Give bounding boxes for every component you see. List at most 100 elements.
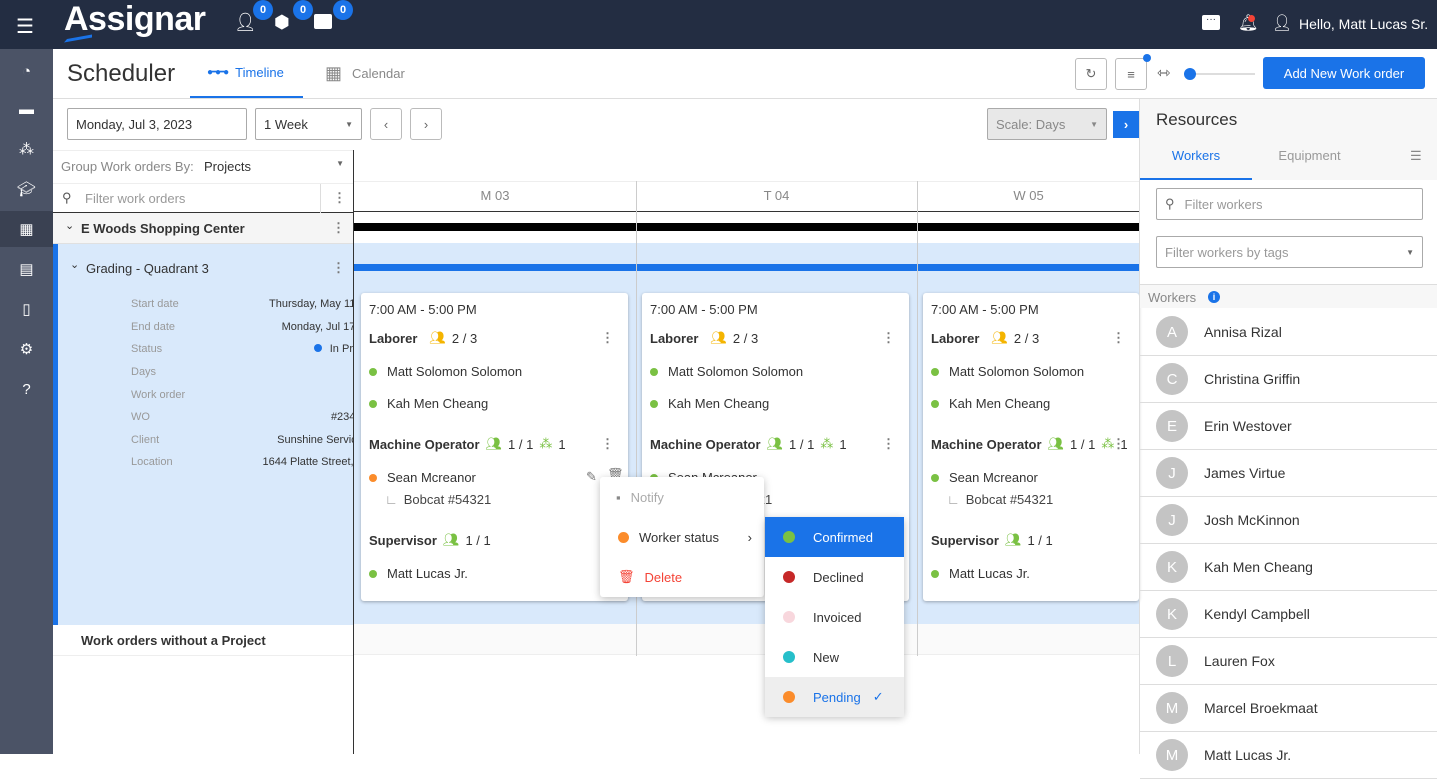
equipment-row[interactable]: ∟Bobcat #54321 <box>947 492 1053 507</box>
worker-list-item[interactable]: A Annisa Rizal <box>1140 309 1437 356</box>
equipment-row[interactable]: ∟Bobcat #54321 <box>385 492 491 507</box>
worker-list-item[interactable]: M Marcel Broekmaat <box>1140 685 1437 732</box>
worker-row[interactable]: Kah Men Cheang <box>369 396 488 411</box>
status-option-pending[interactable]: Pending ✓ <box>765 677 904 717</box>
worker-name: Lauren Fox <box>1204 653 1275 669</box>
worker-list-item[interactable]: K Kah Men Cheang <box>1140 544 1437 591</box>
worker-list-item[interactable]: M Matt Lucas Jr. <box>1140 732 1437 779</box>
role-name: Supervisor <box>931 532 999 548</box>
dashboard-icon[interactable]: ◔ <box>0 53 53 89</box>
check-icon: ✓ <box>872 689 884 704</box>
scheduler-icon[interactable]: ▦ <box>0 211 53 247</box>
worker-row[interactable]: Kah Men Cheang <box>931 396 1050 411</box>
menu-icon[interactable]: ☰ <box>16 14 34 39</box>
more-icon[interactable]: ⋮ <box>332 260 345 276</box>
worker-row[interactable]: Matt Lucas Jr. <box>369 566 468 581</box>
project-row[interactable]: ⌄ E Woods Shopping Center ⋮ <box>53 213 353 244</box>
tab-workers[interactable]: Workers <box>1140 142 1252 180</box>
briefcase-icon[interactable] <box>314 14 332 29</box>
tab-timeline[interactable]: ●━●━● Timeline <box>190 49 303 98</box>
tab-equipment[interactable]: Equipment <box>1252 142 1367 180</box>
worker-row[interactable]: Matt Solomon Solomon <box>931 364 1084 379</box>
status-dot <box>783 611 795 623</box>
more-icon[interactable]: ⋮ <box>882 330 895 346</box>
filter-button[interactable]: ≡ <box>1115 58 1147 90</box>
worker-row[interactable]: Matt Lucas Jr. <box>931 566 1030 581</box>
prev-button[interactable]: ‹ <box>370 108 402 140</box>
filter-work-orders-input[interactable]: Filter work orders <box>85 191 185 206</box>
worker-row[interactable]: Matt Solomon Solomon <box>650 364 803 379</box>
settings-icon[interactable]: ⚙ <box>0 331 53 367</box>
worker-row[interactable]: Matt Solomon Solomon <box>369 364 522 379</box>
worker-row[interactable]: Kah Men Cheang <box>650 396 769 411</box>
mobile-icon[interactable]: ▯ <box>0 291 53 327</box>
worker-list-item[interactable]: E Erin Westover <box>1140 403 1437 450</box>
worker-list-item[interactable]: J Josh McKinnon <box>1140 497 1437 544</box>
avatar: J <box>1156 457 1188 489</box>
menu-item-worker-status[interactable]: Worker status › <box>600 517 764 557</box>
filter-tags-select[interactable]: Filter workers by tags ▼ <box>1156 236 1423 268</box>
edit-icon[interactable]: ✎ <box>586 469 597 485</box>
more-icon[interactable]: ⋮ <box>601 330 614 346</box>
more-icon[interactable]: ⋮ <box>1112 330 1125 346</box>
person-icon[interactable]: 👤︎ <box>234 12 257 33</box>
training-icon[interactable]: 🎓︎ <box>0 171 53 207</box>
status-option-confirmed[interactable]: Confirmed <box>765 517 904 557</box>
worker-row[interactable]: Sean Mcreanor <box>931 470 1038 485</box>
menu-item-delete[interactable]: 🗑︎ Delete <box>600 557 764 597</box>
project-bar[interactable] <box>354 223 1140 231</box>
refresh-button[interactable]: ↻ <box>1075 58 1107 90</box>
worker-row[interactable]: Sean Mcreanor <box>369 470 476 485</box>
people-icon: 👥︎ <box>991 330 1008 345</box>
range-select[interactable]: 1 Week ▼ <box>255 108 362 140</box>
shift-card[interactable]: 7:00 AM - 5:00 PM Laborer 👥︎ 2 / 3 ⋮ Matt … <box>361 293 628 601</box>
status-option-new[interactable]: New <box>765 637 904 677</box>
help-icon[interactable]: ? <box>0 371 53 407</box>
more-icon[interactable]: ⋮ <box>333 190 346 206</box>
more-icon[interactable]: ⋮ <box>332 220 345 236</box>
zoom-slider[interactable] <box>1191 73 1255 75</box>
badge: 0 <box>253 0 273 20</box>
document-icon[interactable]: ▤ <box>0 251 53 287</box>
caret-down-icon: ▼ <box>1090 119 1098 129</box>
status-option-invoiced[interactable]: Invoiced <box>765 597 904 637</box>
page-title: Scheduler <box>67 60 176 87</box>
collapse-resources-button[interactable]: › <box>1113 111 1139 138</box>
top-bar: ☰ Assignar 👤︎ 0 ⬢ 0 0 ··· 🔔︎ 👤︎ Hello, M… <box>0 0 1437 49</box>
worker-list-item[interactable]: C Christina Griffin <box>1140 356 1437 403</box>
detail-row: WO#23455343 <box>131 411 386 423</box>
chat-icon[interactable]: ··· <box>1202 15 1220 30</box>
greeting[interactable]: Hello, Matt Lucas Sr. <box>1299 16 1428 32</box>
add-work-order-button[interactable]: Add New Work order <box>1263 57 1425 89</box>
chevron-down-icon[interactable]: ⌄ <box>65 219 74 232</box>
resources-icon[interactable]: ⁂ <box>0 131 53 167</box>
group-select[interactable]: Projects ▼ <box>204 159 344 174</box>
briefcase-icon[interactable]: ▬ <box>0 91 53 127</box>
worker-name: Matt Lucas Jr. <box>1204 747 1292 763</box>
worker-list-item[interactable]: K Kendyl Campbell <box>1140 591 1437 638</box>
more-icon[interactable]: ⋮ <box>882 436 895 452</box>
cube-icon[interactable]: ⬢ <box>274 12 290 33</box>
date-picker[interactable]: Monday, Jul 3, 2023 <box>67 108 247 140</box>
role-count: 2 / 3 <box>451 330 478 346</box>
next-button[interactable]: › <box>410 108 442 140</box>
menu-item-notify[interactable]: ▪ Notify <box>600 477 764 517</box>
filter-workers-input[interactable]: ⚲ Filter workers <box>1156 188 1423 220</box>
settings-sliders-icon[interactable]: ☰ <box>1410 148 1422 164</box>
shift-card[interactable]: 7:00 AM - 5:00 PM Laborer 👥︎ 2 / 3 ⋮ Matt … <box>923 293 1139 601</box>
tab-label: Timeline <box>235 65 284 80</box>
scale-select[interactable]: Scale: Days ▼ <box>987 108 1107 140</box>
no-project-row[interactable]: Work orders without a Project <box>53 625 353 656</box>
zoom-slider-handle[interactable] <box>1184 68 1196 80</box>
worker-list-item[interactable]: L Lauren Fox <box>1140 638 1437 685</box>
info-icon[interactable]: i <box>1208 291 1220 303</box>
worker-name: Marcel Broekmaat <box>1204 700 1318 716</box>
user-icon[interactable]: 👤︎ <box>1272 13 1292 33</box>
status-option-declined[interactable]: Declined <box>765 557 904 597</box>
more-icon[interactable]: ⋮ <box>601 436 614 452</box>
more-icon[interactable]: ⋮ <box>1112 436 1125 452</box>
chevron-down-icon[interactable]: ⌄ <box>70 258 79 271</box>
work-order-bar[interactable] <box>354 264 1140 271</box>
worker-list-item[interactable]: J James Virtue <box>1140 450 1437 497</box>
tab-calendar[interactable]: ▦ Calendar <box>325 49 405 98</box>
